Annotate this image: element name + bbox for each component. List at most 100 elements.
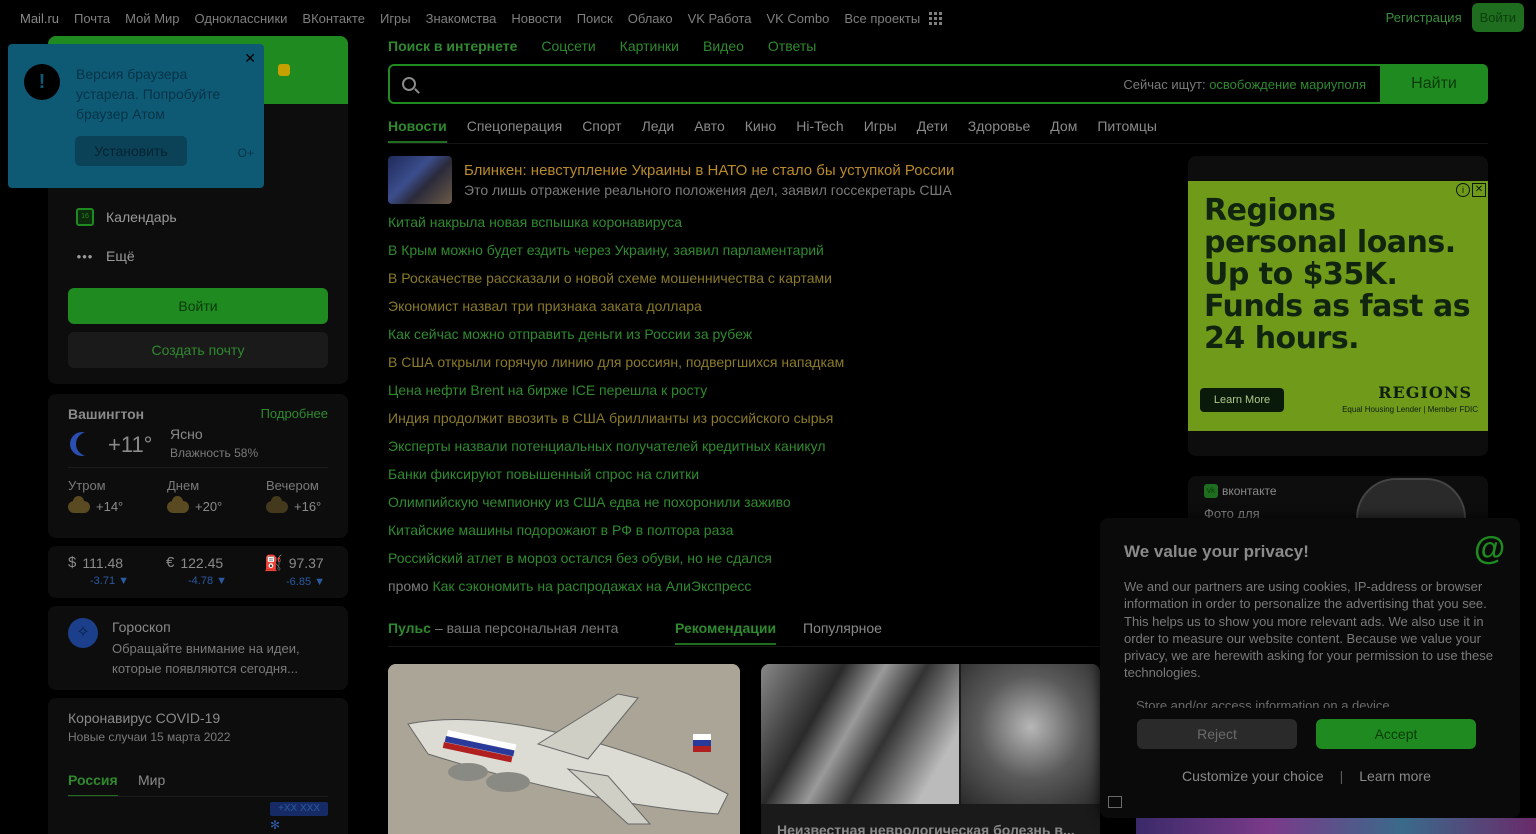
tab-answers[interactable]: Ответы <box>768 38 816 54</box>
main-news-title[interactable]: Блинкен: невступление Украины в НАТО не … <box>464 162 954 179</box>
main-news-image[interactable] <box>388 156 452 204</box>
fx-usd[interactable]: $111.48 -3.71 ▼ <box>68 554 129 587</box>
news-item[interactable]: Экономист назвал три признака заката дол… <box>388 298 844 326</box>
cloud-icon <box>266 495 288 513</box>
pulse-title[interactable]: Пульс <box>388 620 431 636</box>
tab-popular[interactable]: Популярное <box>803 620 882 636</box>
tab-auto[interactable]: Авто <box>694 118 725 143</box>
topnav-link-dating[interactable]: Знакомства <box>426 11 497 26</box>
tab-images[interactable]: Картинки <box>620 38 679 54</box>
feed-card-colorful-image[interactable] <box>1136 818 1536 834</box>
news-item[interactable]: Китайские машины подорожают в РФ в полто… <box>388 522 844 550</box>
login-button[interactable]: Войти <box>68 288 328 324</box>
news-item[interactable]: Олимпийскую чемпионку из США едва не пох… <box>388 494 844 522</box>
search-input[interactable]: Сейчас ищут: освобождение мариуполя Найт… <box>388 64 1488 104</box>
news-item[interactable]: Как сейчас можно отправить деньги из Рос… <box>388 326 844 354</box>
tab-hitech[interactable]: Hi-Tech <box>796 118 843 143</box>
news-item[interactable]: Индия продолжит ввозить в США бриллианты… <box>388 410 844 438</box>
privacy-purpose-item[interactable]: Store and/or access information on a dev… <box>1136 698 1496 708</box>
create-mail-button[interactable]: Создать почту <box>68 332 328 368</box>
weather-part-label: Утром <box>68 478 106 493</box>
install-button[interactable]: Установить <box>75 136 187 166</box>
tab-cinema[interactable]: Кино <box>745 118 777 143</box>
close-icon[interactable]: ✕ <box>244 50 256 67</box>
fx-value: 111.48 <box>82 554 124 571</box>
pulse-desc: – ваша персональная лента <box>434 620 619 636</box>
topnav-link-vk-work[interactable]: VK Работа <box>688 11 752 26</box>
browser-outdated-popup: ✕ ! Версия браузера устарела. Попробуйте… <box>8 44 264 188</box>
feed-card-neuro[interactable]: Неизвестная неврологическая болезнь в... <box>761 664 1100 834</box>
horoscope-widget[interactable]: ✧ Гороскоп Обращайте внимание на идеи, к… <box>48 606 348 690</box>
weather-more-link[interactable]: Подробнее <box>261 406 328 421</box>
tab-russia[interactable]: Россия <box>68 772 118 797</box>
topnav-link-ok[interactable]: Одноклассники <box>195 11 288 26</box>
topnav-link-vk-combo[interactable]: VK Combo <box>766 11 829 26</box>
ad-close-icon[interactable]: ✕ <box>1472 183 1486 197</box>
tab-news[interactable]: Новости <box>388 118 447 143</box>
tab-kids[interactable]: Дети <box>917 118 948 143</box>
menu-item-more-label: Ещё <box>106 248 135 264</box>
tab-pets[interactable]: Питомцы <box>1097 118 1157 143</box>
tab-lady[interactable]: Леди <box>642 118 675 143</box>
privacy-links: Customize your choice | Learn more <box>1182 768 1431 784</box>
tab-games[interactable]: Игры <box>864 118 897 143</box>
news-item[interactable]: Цена нефти Brent на бирже ICE перешла к … <box>388 382 844 410</box>
privacy-consent-dialog: We value your privacy! @ We and our part… <box>1100 518 1520 818</box>
topnav-link-vk[interactable]: ВКонтакте <box>302 11 365 26</box>
news-item[interactable]: В США открыли горячую линию для россиян,… <box>388 354 844 382</box>
topnav-link-my-world[interactable]: Мой Мир <box>125 11 179 26</box>
topnav-link-games[interactable]: Игры <box>380 11 411 26</box>
tab-health[interactable]: Здоровье <box>968 118 1031 143</box>
topnav-link-cloud[interactable]: Облако <box>628 11 673 26</box>
news-item[interactable]: Китай накрыла новая вспышка коронавируса <box>388 214 844 242</box>
brain-scan-image <box>961 664 1100 804</box>
tab-home[interactable]: Дом <box>1050 118 1077 143</box>
apps-grid-icon[interactable] <box>929 11 943 25</box>
search-tabs: Поиск в интернете Соцсети Картинки Видео… <box>388 38 816 54</box>
separator: | <box>1339 768 1344 784</box>
learn-more-link[interactable]: Learn more <box>1359 768 1431 784</box>
virus-icon: ✻ <box>270 818 281 832</box>
menu-item-calendar[interactable]: 16 Календарь <box>76 208 177 226</box>
topnav-link-mailru[interactable]: Mail.ru <box>20 11 59 26</box>
feed-card-airplane[interactable] <box>388 664 740 834</box>
divider <box>68 467 328 468</box>
news-item[interactable]: Эксперты назвали потенциальных получател… <box>388 438 844 466</box>
news-item-promo[interactable]: промо Как сэкономить на распродажах на А… <box>388 578 844 606</box>
search-trending-hint: Сейчас ищут: освобождение мариуполя <box>1123 77 1366 92</box>
search-button[interactable]: Найти <box>1380 64 1488 104</box>
customize-choice-link[interactable]: Customize your choice <box>1182 768 1324 784</box>
covid-subtitle: Новые случаи 15 марта 2022 <box>68 730 231 744</box>
topnav-link-news[interactable]: Новости <box>511 11 561 26</box>
news-item[interactable]: В Крым можно будет ездить через Украину,… <box>388 242 844 270</box>
news-item[interactable]: Банки фиксируют повышенный спрос на слит… <box>388 466 844 494</box>
regions-ad-banner[interactable]: Regions personal loans. Up to $35K. Fund… <box>1188 181 1488 431</box>
news-item[interactable]: В Роскачестве рассказали о новой схеме м… <box>388 270 844 298</box>
ad-learn-more-button[interactable]: Learn More <box>1200 388 1284 412</box>
ad-info-icon[interactable]: i <box>1456 183 1470 197</box>
topnav-link-mail[interactable]: Почта <box>74 11 110 26</box>
accept-button[interactable]: Accept <box>1316 719 1476 749</box>
menu-item-more[interactable]: ••• Ещё <box>76 248 135 264</box>
news-tabs: Новости Спецоперация Спорт Леди Авто Кин… <box>388 118 1177 143</box>
tab-social[interactable]: Соцсети <box>541 38 595 54</box>
register-link[interactable]: Регистрация <box>1386 10 1462 25</box>
privacy-text: We and our partners are using cookies, I… <box>1124 579 1493 681</box>
covid-cases-badge: +XX XXX <box>270 802 328 816</box>
tab-special-op[interactable]: Спецоперация <box>467 118 562 143</box>
topnav-link-search[interactable]: Поиск <box>577 11 613 26</box>
fx-eur[interactable]: €122.45 -4.78 ▼ <box>166 554 227 587</box>
top-login-button[interactable]: Войти <box>1471 3 1524 32</box>
tab-web-search[interactable]: Поиск в интернете <box>388 38 517 54</box>
mail-header-badge-icon <box>278 64 290 76</box>
divider <box>388 646 1100 647</box>
tab-video[interactable]: Видео <box>703 38 744 54</box>
trending-query-link[interactable]: освобождение мариуполя <box>1209 77 1366 92</box>
reject-button[interactable]: Reject <box>1137 719 1297 749</box>
tab-sport[interactable]: Спорт <box>582 118 621 143</box>
fx-oil[interactable]: ⛽ 97.37 -6.85 ▼ <box>264 554 325 588</box>
tab-world[interactable]: Мир <box>138 772 165 788</box>
topnav-link-all-projects[interactable]: Все проекты <box>844 11 920 26</box>
news-item[interactable]: Российский атлет в мороз остался без обу… <box>388 550 844 578</box>
tab-recommendations[interactable]: Рекомендации <box>675 620 777 645</box>
